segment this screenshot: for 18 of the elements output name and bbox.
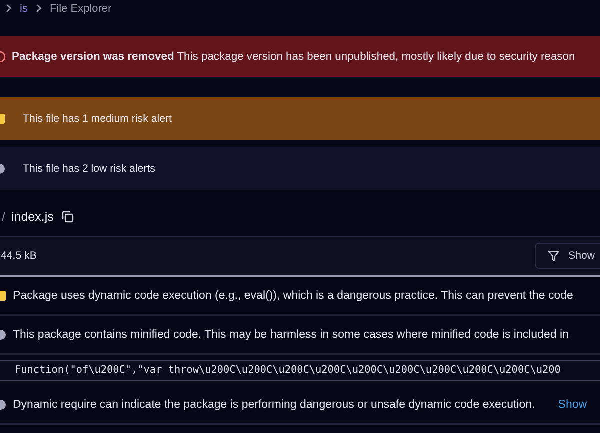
chevron-icon xyxy=(36,4,42,13)
alert-text: This file has 1 medium risk alert xyxy=(23,112,172,124)
file-name: index.js xyxy=(11,210,54,224)
show-link[interactable]: Show xyxy=(558,398,588,410)
alert-text: Package uses dynamic code execution (e.g., eval()), which is a dangerous practice. This can prevent the code xyxy=(13,290,574,302)
file-size: 44.5 kB xyxy=(1,250,37,262)
alert-text: This file has 2 low risk alerts xyxy=(23,162,156,174)
banner-message: Package version was removed This package version has been unpublished, mostly likely due to security reason xyxy=(12,50,576,62)
filter-button[interactable]: Show xyxy=(534,243,600,269)
filter-icon xyxy=(548,250,560,262)
path-separator: / xyxy=(2,210,6,224)
chevron-icon xyxy=(6,4,12,13)
breadcrumb-link[interactable]: is xyxy=(20,2,28,14)
breadcrumb-link[interactable]: File Explorer xyxy=(50,2,112,14)
copy-icon xyxy=(62,211,74,223)
code-snippet: Function("of\u200C","var throw\u200C\u200C\u200C\u200C\u200C\u200C\u200C\u200C\u200C\u200 xyxy=(0,360,600,381)
alert-text: Dynamic require can indicate the package is performing dangerous or unsafe dynamic code execution. xyxy=(13,398,536,410)
alert-text: This package contains minified code. This may be harmless in some cases where minified code is included in xyxy=(13,328,569,340)
